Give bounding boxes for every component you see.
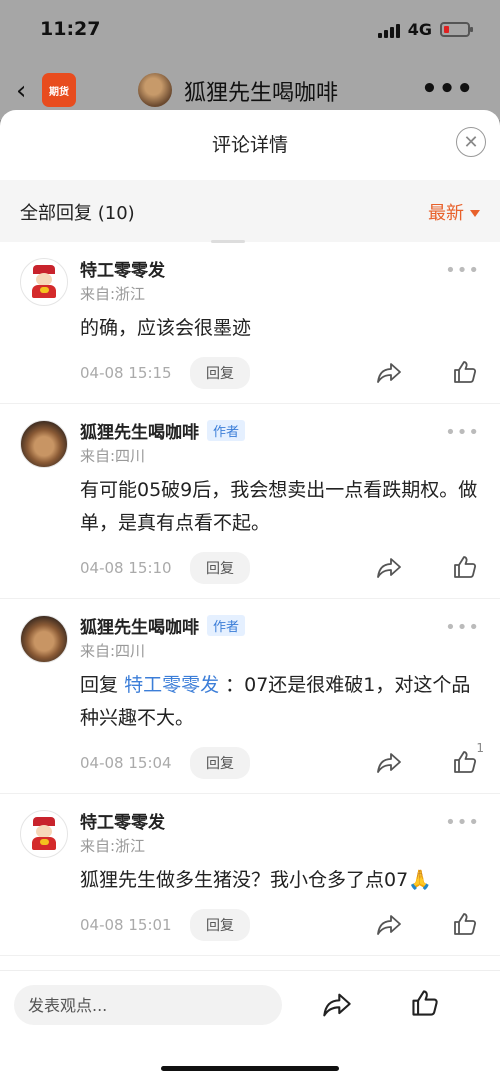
comment-text: 回复 特工零零发 ：07还是很难破1，对这个品种兴趣不大。 xyxy=(80,669,500,735)
reply-button[interactable]: 回复 xyxy=(190,552,250,584)
status-bar: 11:27 4G xyxy=(0,0,500,60)
sheet-title: 评论详情 xyxy=(211,134,288,156)
more-options-icon[interactable]: ••• xyxy=(445,422,480,443)
close-icon: ✕ xyxy=(463,131,479,153)
comment-time: 04-08 15:01 xyxy=(80,916,172,934)
comment-input[interactable] xyxy=(14,985,282,1025)
comment-detail-sheet: 评论详情 ✕ 全部回复 (10) 最新 特工零零发 来自:浙江 的确，应该会很墨… xyxy=(0,110,500,1083)
mention-link[interactable]: 特工零零发 xyxy=(124,674,219,696)
like-icon[interactable] xyxy=(452,359,478,385)
more-options-icon[interactable]: ••• xyxy=(445,617,480,638)
battery-icon xyxy=(440,22,473,37)
status-time: 11:27 xyxy=(40,18,101,40)
comment-time: 04-08 15:10 xyxy=(80,559,172,577)
commenter-location: 来自:四川 xyxy=(80,642,146,660)
comment-item: 特工零零发 来自:浙江 的确，应该会很墨迹 ••• 04-08 15:15 回复 xyxy=(0,242,500,404)
share-icon[interactable] xyxy=(376,361,402,385)
sort-label: 最新 xyxy=(428,203,464,224)
more-icon[interactable]: ••• xyxy=(421,74,474,104)
author-badge: 作者 xyxy=(207,419,246,441)
caret-down-icon xyxy=(470,209,480,217)
comment-list: 特工零零发 来自:浙江 的确，应该会很墨迹 ••• 04-08 15:15 回复… xyxy=(0,242,500,956)
comment-time: 04-08 15:15 xyxy=(80,364,172,382)
avatar[interactable] xyxy=(20,810,68,858)
network-label: 4G xyxy=(407,20,432,39)
share-icon[interactable] xyxy=(376,556,402,580)
god-of-wealth-icon xyxy=(29,265,59,299)
header-avatar xyxy=(138,73,172,107)
comment-item: 特工零零发 来自:浙江 狐狸先生做多生猪没？我小仓多了点07🙏 ••• 04-0… xyxy=(0,794,500,956)
more-options-icon[interactable]: ••• xyxy=(445,260,480,281)
app-logo: 期货 xyxy=(42,73,76,107)
share-icon[interactable] xyxy=(322,991,352,1019)
commenter-name[interactable]: 狐狸先生喝咖啡 xyxy=(80,613,199,638)
share-icon[interactable] xyxy=(376,913,402,937)
reply-button[interactable]: 回复 xyxy=(190,747,250,779)
commenter-location: 来自:浙江 xyxy=(80,837,146,855)
like-count: 1 xyxy=(476,741,484,755)
reply-button[interactable]: 回复 xyxy=(190,357,250,389)
close-button[interactable]: ✕ xyxy=(456,127,486,157)
status-indicators: 4G xyxy=(377,20,473,39)
comment-text: 狐狸先生做多生猪没？我小仓多了点07🙏 xyxy=(80,869,432,891)
like-icon[interactable] xyxy=(452,554,478,580)
more-options-icon[interactable]: ••• xyxy=(445,812,480,833)
header-title: 狐狸先生喝咖啡 xyxy=(184,81,339,106)
avatar[interactable] xyxy=(20,615,68,663)
comment-item: 狐狸先生喝咖啡 作者 来自:四川 回复 特工零零发 ：07还是很难破1，对这个品… xyxy=(0,599,500,794)
reply-count: 全部回复 (10) xyxy=(20,203,135,224)
comment-text: 的确，应该会很墨迹 xyxy=(80,317,252,339)
comment-item: 狐狸先生喝咖啡 作者 来自:四川 有可能05破9后，我会想卖出一点看跌期权。做单… xyxy=(0,404,500,599)
reply-button[interactable]: 回复 xyxy=(190,909,250,941)
commenter-name[interactable]: 狐狸先生喝咖啡 xyxy=(80,418,199,443)
commenter-name[interactable]: 特工零零发 xyxy=(80,256,165,281)
god-of-wealth-icon xyxy=(29,817,59,851)
like-icon[interactable] xyxy=(452,911,478,937)
signal-icon xyxy=(377,22,400,38)
author-badge: 作者 xyxy=(207,614,246,636)
comment-text: 有可能05破9后，我会想卖出一点看跌期权。做单，是真有点看不起。 xyxy=(80,479,478,534)
commenter-location: 来自:浙江 xyxy=(80,285,146,303)
back-icon[interactable]: ‹ xyxy=(16,76,26,106)
bottom-bar xyxy=(0,970,500,1083)
share-icon[interactable] xyxy=(376,751,402,775)
reply-prefix: 回复 xyxy=(80,674,119,696)
like-icon[interactable] xyxy=(410,988,440,1018)
comment-time: 04-08 15:04 xyxy=(80,754,172,772)
commenter-location: 来自:四川 xyxy=(80,447,146,465)
like-icon[interactable] xyxy=(452,749,478,775)
commenter-name[interactable]: 特工零零发 xyxy=(80,808,165,833)
reply-header: 全部回复 (10) 最新 xyxy=(0,180,500,242)
avatar[interactable] xyxy=(20,420,68,468)
avatar[interactable] xyxy=(20,258,68,306)
sort-button[interactable]: 最新 xyxy=(428,199,480,225)
home-indicator xyxy=(161,1066,339,1071)
